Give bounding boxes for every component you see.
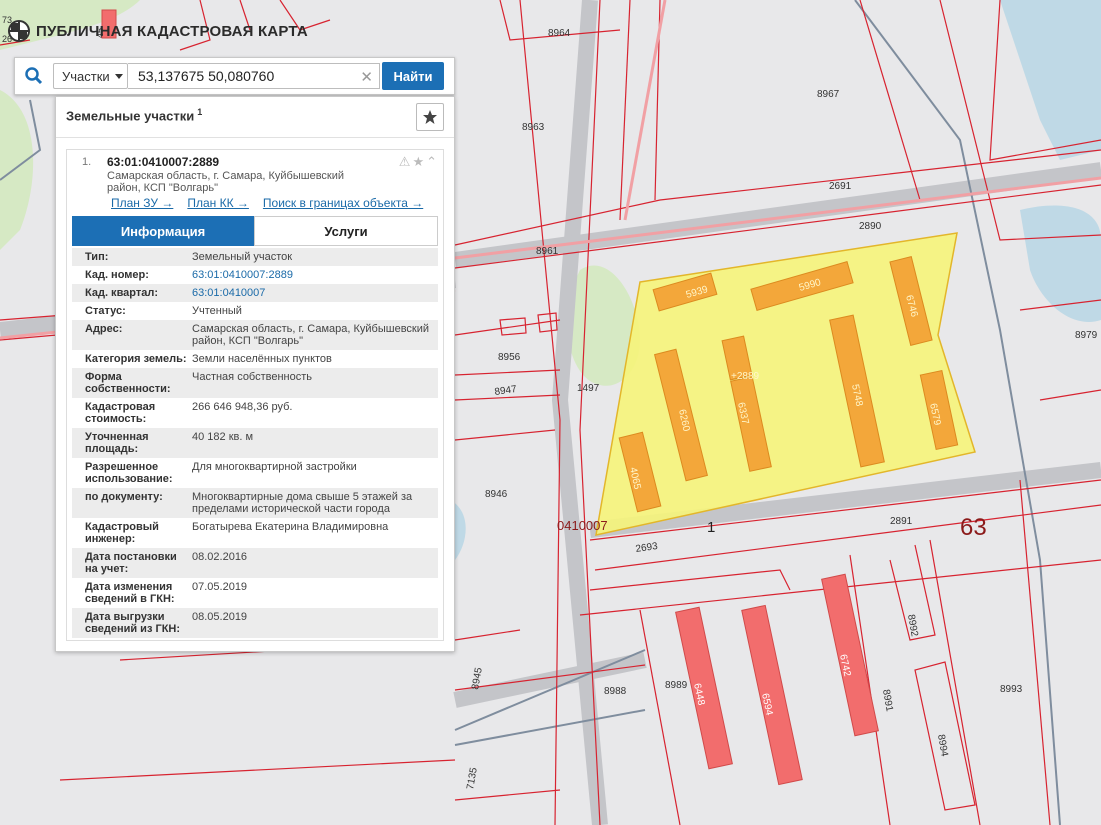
cadastral-number[interactable]: 63:01:0410007:2889 bbox=[107, 155, 219, 169]
search-type-label: Участки bbox=[62, 68, 110, 84]
info-value: 266 646 948,36 руб. bbox=[192, 401, 293, 413]
info-value: Учтенный bbox=[192, 305, 242, 317]
parcel-label: 2691 bbox=[829, 181, 852, 192]
info-value: 08.02.2016 bbox=[192, 551, 248, 563]
info-row: Адрес: Самарская область, г. Самара, Куйб… bbox=[72, 320, 438, 350]
parcel-label: 8993 bbox=[1000, 684, 1023, 695]
parcel-label: 1 bbox=[707, 519, 715, 536]
search-type-select[interactable]: Участки bbox=[53, 63, 128, 89]
info-key: по документу: bbox=[85, 491, 163, 503]
info-key: Дата изменения сведений в ГКН: bbox=[85, 581, 175, 605]
search-in-bounds-link[interactable]: Поиск в границах объекта → bbox=[263, 196, 423, 210]
parcel-label: 8963 bbox=[522, 122, 545, 133]
info-row: Категория земель: Земли населённых пункто… bbox=[72, 350, 438, 368]
parcel-label: 8967 bbox=[817, 89, 840, 100]
info-value: 07.05.2019 bbox=[192, 581, 248, 593]
info-row: Дата постановки на учет: 08.02.2016 bbox=[72, 548, 438, 578]
star-icon bbox=[423, 110, 437, 124]
info-row: Кад. квартал: 63:01:0410007 bbox=[72, 284, 438, 302]
search-icon[interactable] bbox=[15, 58, 53, 94]
parcel-label: 1497 bbox=[577, 383, 600, 394]
chevron-up-icon[interactable]: ⌃ bbox=[426, 154, 437, 170]
parcel-label: 8961 bbox=[536, 246, 559, 257]
info-row: Дата изменения сведений в ГКН: 07.05.2019 bbox=[72, 578, 438, 608]
clear-icon[interactable]: ✕ bbox=[360, 68, 373, 86]
quarter-label: 0410007 bbox=[557, 518, 608, 533]
info-key: Тип: bbox=[85, 251, 109, 263]
region-label: 63 bbox=[960, 514, 987, 541]
star-icon[interactable]: ★ bbox=[412, 154, 424, 170]
tab-information[interactable]: Информация bbox=[72, 216, 254, 246]
info-key: Форма собственности: bbox=[85, 371, 171, 395]
app-header: ПУБЛИЧНАЯ КАДАСТРОВАЯ КАРТА bbox=[8, 18, 308, 44]
parcel-label: 8979 bbox=[1075, 330, 1098, 341]
panel-title-text: Земельные участки bbox=[66, 108, 195, 124]
info-key: Статус: bbox=[85, 305, 126, 317]
chevron-down-icon bbox=[114, 73, 123, 79]
search-query: 53,137675 50,080760 bbox=[138, 68, 275, 84]
parcel-label: 2891 bbox=[890, 516, 913, 527]
info-key: Кадастровая стоимость: bbox=[85, 401, 156, 425]
card-links: План ЗУ → План КК → Поиск в границах объ… bbox=[111, 196, 423, 210]
search-bar: Участки 53,137675 50,080760 ✕ Найти bbox=[14, 57, 455, 95]
card-actions: ⚠ ★ ⌃ bbox=[399, 154, 437, 170]
info-key: Кадастровый инженер: bbox=[85, 521, 159, 545]
tab-services[interactable]: Услуги bbox=[254, 216, 438, 246]
result-index: 1. bbox=[82, 156, 92, 168]
parcel-label: 8988 bbox=[604, 686, 627, 697]
panel-header: Земельные участки 1 bbox=[56, 97, 454, 138]
info-key: Уточненная площадь: bbox=[85, 431, 149, 455]
info-value: Земли населённых пунктов bbox=[192, 353, 332, 365]
parcel-label: 8946 bbox=[485, 489, 508, 500]
info-value[interactable]: 63:01:0410007 bbox=[192, 287, 438, 299]
parcel-label: 8989 bbox=[665, 680, 688, 691]
favorite-button[interactable] bbox=[416, 103, 444, 131]
info-value: 40 182 кв. м bbox=[192, 431, 254, 443]
info-key: Адрес: bbox=[85, 323, 123, 335]
info-row: Уточненная площадь: 40 182 кв. м bbox=[72, 428, 438, 458]
plan-zu-link[interactable]: План ЗУ → bbox=[111, 196, 173, 210]
parcel-label: 2890 bbox=[859, 221, 882, 232]
info-row: Разрешенное использование: Для многокварт… bbox=[72, 458, 438, 488]
result-address: Самарская область, г. Самара, Куйбышевск… bbox=[107, 170, 345, 194]
building-label: +2889 bbox=[731, 371, 760, 382]
info-key: Категория земель: bbox=[85, 353, 187, 365]
info-row: Статус: Учтенный bbox=[72, 302, 438, 320]
info-value[interactable]: 63:01:0410007:2889 bbox=[192, 269, 438, 281]
search-input[interactable]: 53,137675 50,080760 ✕ bbox=[128, 63, 380, 89]
result-card[interactable]: 1. 63:01:0410007:2889 Самарская область,… bbox=[66, 149, 444, 641]
panel-title: Земельные участки 1 bbox=[66, 107, 202, 123]
info-table: Тип: Земельный участок Кад. номер: 63:01:04… bbox=[72, 248, 438, 638]
rosreestr-logo-icon bbox=[8, 20, 30, 42]
info-row: по документу: Многоквартирные дома свыше … bbox=[72, 488, 438, 518]
info-key: Кад. квартал: bbox=[85, 287, 159, 299]
find-button[interactable]: Найти bbox=[382, 62, 444, 90]
info-key: Дата выгрузки сведений из ГКН: bbox=[85, 611, 181, 635]
info-key: Дата постановки на учет: bbox=[85, 551, 177, 575]
info-row: Дата выгрузки сведений из ГКН: 08.05.2019 bbox=[72, 608, 438, 638]
result-count: 1 bbox=[197, 107, 203, 117]
parcel-label: 8956 bbox=[498, 352, 521, 363]
parcel-label: 8964 bbox=[548, 28, 571, 39]
info-value: Многоквартирные дома свыше 5 этажей за п… bbox=[192, 491, 413, 515]
info-row: Тип: Земельный участок bbox=[72, 248, 438, 266]
info-row: Форма собственности: Частная собственност… bbox=[72, 368, 438, 398]
info-row: Кадастровый инженер: Богатырева Екатерина… bbox=[72, 518, 438, 548]
info-key: Кад. номер: bbox=[85, 269, 149, 281]
info-value: Для многоквартирной застройки bbox=[192, 461, 357, 473]
info-row: Кадастровая стоимость: 266 646 948,36 руб… bbox=[72, 398, 438, 428]
info-value: Самарская область, г. Самара, Куйбышевск… bbox=[192, 323, 430, 347]
info-row: Кад. номер: 63:01:0410007:2889 bbox=[72, 266, 438, 284]
info-value: Земельный участок bbox=[192, 251, 293, 263]
info-key: Разрешенное использование: bbox=[85, 461, 173, 485]
plan-kk-link[interactable]: План КК → bbox=[187, 196, 249, 210]
card-tabs: Информация Услуги bbox=[72, 216, 438, 246]
info-value: Богатырева Екатерина Владимировна bbox=[192, 521, 389, 533]
results-panel: Земельные участки 1 1. 63:01:0410007:2889… bbox=[55, 96, 455, 652]
warning-icon[interactable]: ⚠ bbox=[399, 154, 411, 170]
app-title: ПУБЛИЧНАЯ КАДАСТРОВАЯ КАРТА bbox=[36, 22, 308, 40]
info-value: Частная собственность bbox=[192, 371, 313, 383]
info-value: 08.05.2019 bbox=[192, 611, 248, 623]
